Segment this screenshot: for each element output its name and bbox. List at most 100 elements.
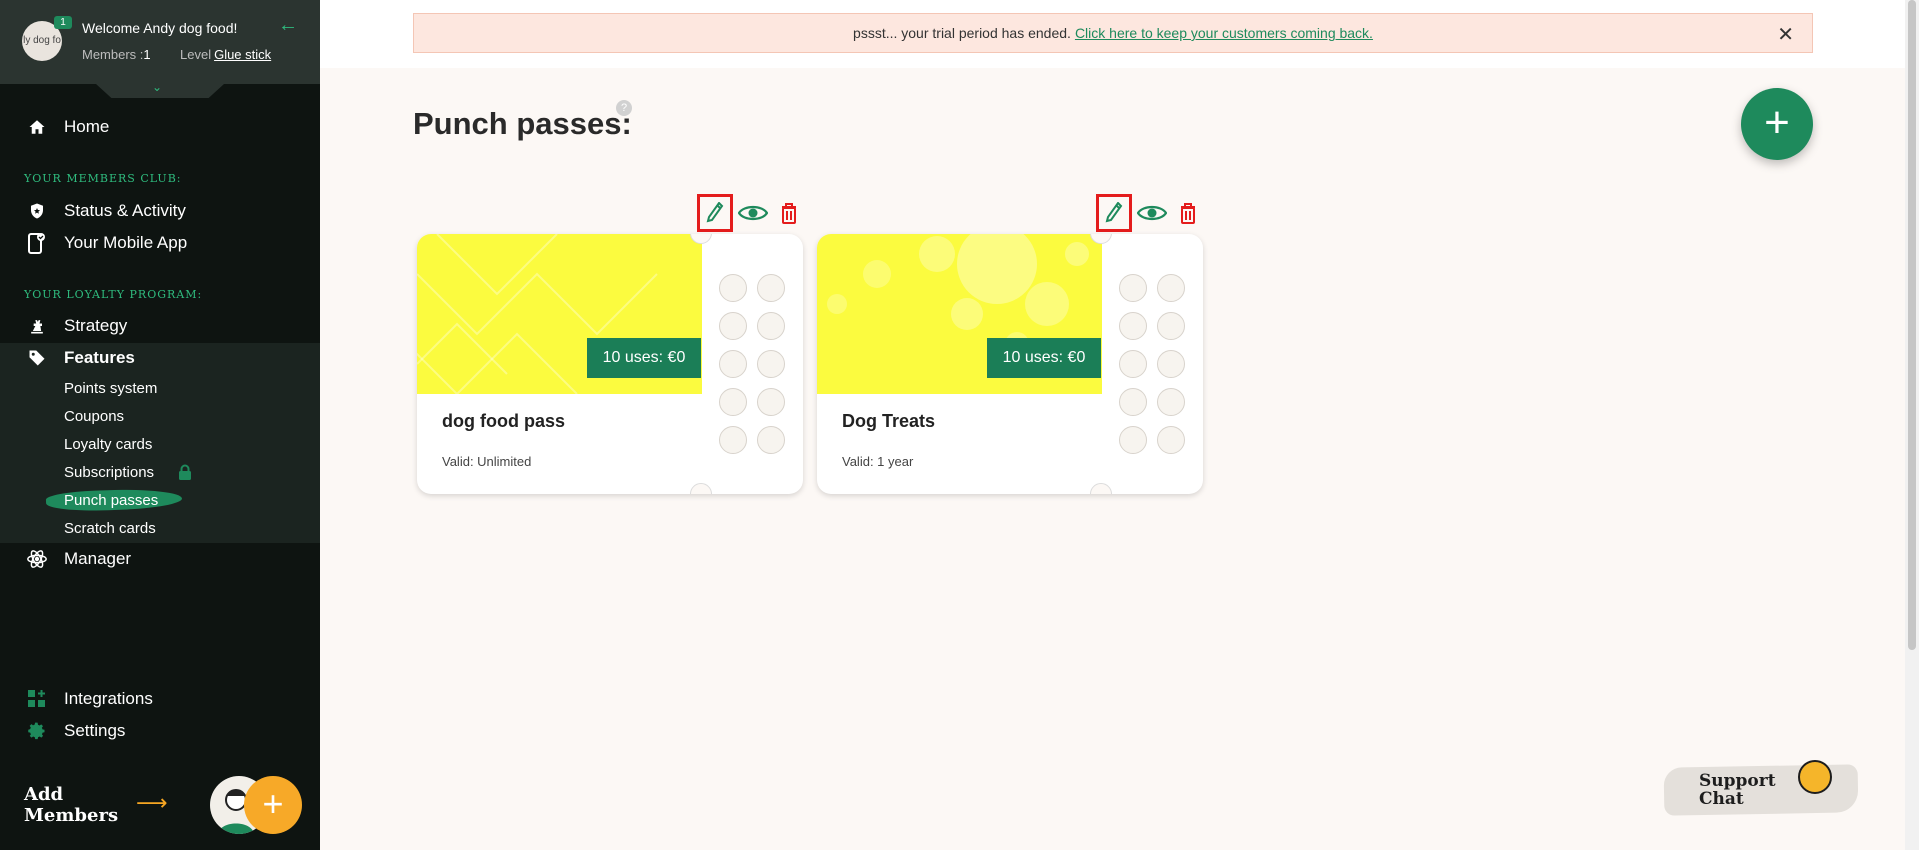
sidebar-item-label: Settings — [64, 721, 126, 740]
tag-icon — [25, 346, 49, 370]
section-title-members-club: YOUR MEMBERS CLUB: — [24, 172, 182, 185]
card-notch — [1090, 483, 1112, 494]
atom-icon — [25, 547, 49, 571]
trial-banner-text: pssst... your trial period has ended. — [853, 25, 1071, 41]
sidebar-subitem-loyalty-cards[interactable]: Loyalty cards — [64, 436, 152, 453]
add-members-button[interactable]: + — [244, 776, 302, 834]
account-header: ly dog fo 1 Welcome Andy dog food! ← Mem… — [0, 0, 320, 84]
punch-slot — [719, 426, 747, 454]
chess-icon — [25, 314, 49, 338]
level-label: Level — [180, 47, 212, 62]
edit-icon[interactable] — [1096, 194, 1132, 232]
card-image: 10 uses: €0 — [817, 234, 1102, 394]
notification-badge: 1 — [54, 16, 72, 29]
punch-slot — [1119, 388, 1147, 416]
punch-column — [1157, 274, 1187, 464]
sidebar-item-integrations[interactable]: Integrations — [0, 683, 320, 715]
punch-slot — [757, 388, 785, 416]
punch-slot — [1157, 426, 1185, 454]
members-value: 1 — [143, 47, 151, 62]
collapse-sidebar-icon[interactable]: ← — [278, 14, 298, 37]
sidebar-item-label: Your Mobile App — [64, 233, 188, 252]
members-label: Members : — [82, 47, 144, 62]
page-title: Punch passes: — [413, 106, 632, 141]
add-members-line1: Add — [24, 784, 64, 805]
punch-slot — [1119, 350, 1147, 378]
mobile-app-icon — [25, 231, 49, 255]
arrow-right-icon: ⟶ — [136, 790, 168, 815]
section-title-loyalty: YOUR LOYALTY PROGRAM: — [24, 288, 203, 301]
card-title: Dog Treats — [842, 411, 936, 431]
help-icon[interactable]: ? — [616, 100, 632, 116]
sidebar-item-label: Home — [64, 117, 110, 136]
sidebar-subitem-subscriptions[interactable]: Subscriptions — [64, 464, 154, 481]
price-tag: 10 uses: €0 — [587, 338, 701, 378]
integrations-icon — [25, 687, 49, 711]
scrollbar-thumb[interactable] — [1908, 0, 1916, 650]
sidebar-item-manager[interactable]: Manager — [0, 543, 320, 575]
add-members-line2: Members — [24, 805, 119, 826]
sidebar-item-status-activity[interactable]: Status & Activity — [0, 195, 320, 227]
support-chat-line1: Support — [1699, 771, 1776, 791]
sidebar-subitem-coupons[interactable]: Coupons — [64, 408, 124, 425]
punch-column — [1119, 274, 1149, 464]
punch-slot — [719, 274, 747, 302]
lightbulb-icon — [1798, 760, 1832, 794]
punch-pass-card[interactable]: 10 uses: €0 dog food pass Valid: Unlimit… — [417, 234, 803, 494]
punch-column — [757, 274, 787, 464]
sidebar-subitem-scratch-cards[interactable]: Scratch cards — [64, 520, 156, 537]
card-validity: Valid: Unlimited — [442, 454, 532, 469]
support-chat-line2: Chat — [1699, 789, 1744, 809]
sidebar-item-label: Strategy — [64, 316, 128, 335]
card-validity: Valid: 1 year — [842, 454, 914, 469]
sidebar-item-home[interactable]: Home — [0, 111, 320, 143]
card-image: 10 uses: €0 — [417, 234, 702, 394]
sidebar-item-mobile-app[interactable]: Your Mobile App — [0, 227, 320, 259]
trial-banner: pssst... your trial period has ended. Cl… — [413, 13, 1813, 53]
punch-column — [719, 274, 749, 464]
sidebar: ly dog fo 1 Welcome Andy dog food! ← Mem… — [0, 0, 320, 850]
punch-slot — [757, 312, 785, 340]
punch-slot — [1119, 274, 1147, 302]
sidebar-item-strategy[interactable]: Strategy — [0, 310, 320, 342]
eye-icon[interactable] — [737, 196, 769, 230]
punch-slot — [719, 388, 747, 416]
members-count: Members :1 — [82, 47, 151, 62]
sidebar-item-label: Integrations — [64, 689, 153, 708]
welcome-text: Welcome Andy dog food! — [82, 20, 238, 36]
gear-icon — [25, 719, 49, 743]
card-actions — [697, 194, 809, 232]
sidebar-item-features[interactable]: Features — [0, 342, 320, 374]
expand-header-tab[interactable]: ⌄ — [96, 84, 224, 98]
shield-icon — [25, 199, 49, 223]
punch-slot — [1119, 426, 1147, 454]
card-title: dog food pass — [442, 411, 565, 431]
card-actions — [1096, 194, 1208, 232]
trial-banner-link[interactable]: Click here to keep your customers coming… — [1075, 25, 1373, 41]
level-link[interactable]: Glue stick — [214, 47, 271, 62]
sidebar-subitem-punch-passes[interactable]: Punch passes — [64, 492, 158, 509]
punch-slot — [719, 350, 747, 378]
punch-pass-card[interactable]: 10 uses: €0 Dog Treats Valid: 1 year — [817, 234, 1203, 494]
add-punch-pass-button[interactable]: + — [1741, 88, 1813, 160]
sidebar-item-label: Manager — [64, 549, 132, 568]
add-members-label: Add Members — [24, 784, 118, 826]
close-icon[interactable]: ✕ — [1777, 22, 1794, 47]
punch-slot — [757, 350, 785, 378]
sidebar-item-label: Status & Activity — [64, 201, 186, 220]
lock-icon — [178, 464, 192, 480]
punch-slot — [1157, 312, 1185, 340]
support-chat-label[interactable]: Support Chat — [1699, 772, 1776, 808]
home-icon — [25, 115, 49, 139]
edit-icon[interactable] — [697, 194, 733, 232]
eye-icon[interactable] — [1136, 196, 1168, 230]
trash-icon[interactable] — [773, 196, 805, 230]
trash-icon[interactable] — [1172, 196, 1204, 230]
scrollbar[interactable] — [1905, 0, 1919, 850]
punch-slot — [1157, 388, 1185, 416]
sidebar-item-settings[interactable]: Settings — [0, 715, 320, 747]
sidebar-subitem-points-system[interactable]: Points system — [64, 380, 157, 397]
sidebar-item-label: Features — [64, 348, 135, 367]
punch-slot — [719, 312, 747, 340]
punch-slot — [1157, 350, 1185, 378]
